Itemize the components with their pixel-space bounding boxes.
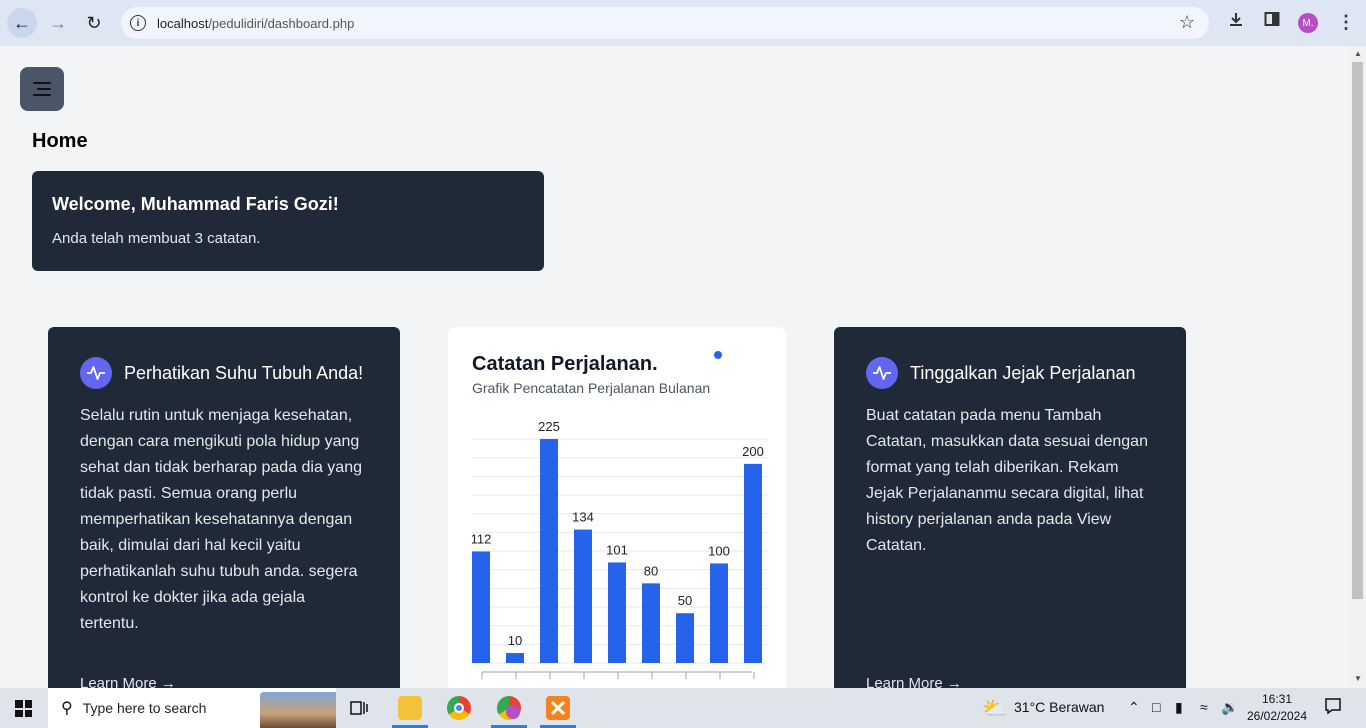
task-view-icon[interactable] — [349, 698, 373, 722]
bar-value-label: 134 — [572, 510, 594, 525]
learn-more-label: Learn More — [80, 675, 157, 688]
welcome-heading: Welcome, Muhammad Faris Gozi! — [52, 194, 339, 214]
file-explorer-icon[interactable] — [398, 696, 422, 720]
show-hidden-icons-icon[interactable]: ⌃ — [1128, 699, 1140, 716]
bar-value-label: 10 — [508, 633, 522, 648]
learn-more-label: Learn More — [866, 675, 943, 688]
welcome-card: Welcome, Muhammad Faris Gozi! Anda telah… — [32, 171, 544, 271]
clock-time: 16:31 — [1261, 692, 1293, 706]
address-bar[interactable]: i localhost/pedulidiri/dashboard.php ☆ — [121, 7, 1209, 39]
back-arrow-icon[interactable]: ← — [7, 8, 37, 38]
meet-now-icon[interactable]: □ — [1152, 699, 1160, 715]
health-learn-more-link[interactable]: Learn More → — [80, 675, 176, 688]
chart-bar[interactable] — [710, 563, 728, 663]
url-host: localhost — [157, 15, 209, 31]
bar-chart: 112 10 225 134 101 80 50 100 200 — [472, 419, 768, 679]
menu-line — [33, 94, 51, 96]
battery-icon[interactable]: ▮ — [1175, 699, 1183, 716]
chart-bar[interactable] — [472, 551, 490, 663]
health-card-body: Selalu rutin untuk menjaga kesehatan, de… — [80, 407, 362, 632]
chart-card: Catatan Perjalanan. Grafik Pencatatan Pe… — [448, 327, 786, 688]
journey-card-body: Buat catatan pada menu Tambah Catatan, m… — [866, 407, 1148, 554]
weather-cloud-icon[interactable]: ⛅ — [982, 696, 1007, 721]
arrow-right-icon: → — [946, 675, 962, 688]
chrome-profile-icon[interactable] — [497, 696, 521, 720]
hamburger-menu-button[interactable] — [20, 67, 64, 111]
scroll-up-icon[interactable]: ▲ — [1354, 49, 1362, 58]
wifi-icon[interactable]: ≈ — [1200, 699, 1208, 715]
notification-icon[interactable] — [1324, 697, 1342, 718]
health-card: Perhatikan Suhu Tubuh Anda! Selalu rutin… — [48, 327, 400, 688]
bar-value-label: 50 — [678, 593, 692, 608]
forward-arrow-icon[interactable]: → — [43, 8, 73, 38]
side-panel-icon[interactable] — [1264, 11, 1280, 32]
volume-icon[interactable]: 🔉 — [1221, 699, 1238, 716]
browser-toolbar: ← → ↻ i localhost/pedulidiri/dashboard.p… — [0, 0, 1366, 46]
bar-value-label: 225 — [538, 419, 560, 434]
weather-text[interactable]: 31°C Berawan — [1014, 699, 1104, 715]
reload-icon[interactable]: ↻ — [79, 8, 109, 38]
download-icon[interactable] — [1227, 11, 1245, 34]
chart-bar[interactable] — [540, 439, 558, 663]
menu-line — [37, 88, 51, 90]
xampp-icon[interactable] — [546, 696, 570, 720]
bar-value-label: 112 — [472, 531, 491, 546]
chart-subtitle: Grafik Pencatatan Perjalanan Bulanan — [472, 380, 711, 396]
pulse-icon — [866, 357, 898, 389]
scroll-down-icon[interactable]: ▼ — [1354, 674, 1362, 683]
arrow-right-icon: → — [160, 675, 176, 688]
page-title: Home — [32, 130, 88, 152]
menu-line — [33, 82, 51, 84]
chart-bar[interactable] — [744, 463, 762, 663]
profile-avatar[interactable]: M. — [1298, 13, 1318, 33]
bar-value-label: 80 — [644, 563, 658, 578]
browser-menu-icon[interactable]: ⋮ — [1337, 12, 1355, 33]
journey-card-title: Tinggalkan Jejak Perjalanan — [910, 362, 1136, 383]
bar-value-label: 100 — [708, 543, 730, 558]
search-placeholder: Type here to search — [82, 700, 207, 716]
bar-value-label: 200 — [742, 444, 764, 459]
health-card-title: Perhatikan Suhu Tubuh Anda! — [124, 362, 364, 383]
taskbar-clock[interactable]: 16:31 26/02/2024 — [1244, 691, 1310, 725]
bookmark-star-icon[interactable]: ☆ — [1179, 12, 1195, 33]
search-highlight-image — [260, 692, 336, 728]
url-text[interactable]: localhost/pedulidiri/dashboard.php — [157, 16, 354, 31]
welcome-text: Anda telah membuat 3 catatan. — [52, 230, 261, 247]
dashboard-page: Home Welcome, Muhammad Faris Gozi! Anda … — [0, 46, 1350, 688]
pulse-icon — [80, 357, 112, 389]
url-path: /pedulidiri/dashboard.php — [208, 15, 355, 31]
bar-value-label: 101 — [606, 542, 628, 557]
clock-date: 26/02/2024 — [1246, 709, 1308, 723]
chart-bar[interactable] — [676, 613, 694, 663]
page-scrollbar[interactable]: ▲ ▼ — [1350, 46, 1366, 688]
chart-bar[interactable] — [608, 562, 626, 663]
chart-bar[interactable] — [506, 653, 524, 663]
chart-bar[interactable] — [574, 529, 592, 663]
taskbar-search[interactable]: ⚲ Type here to search — [48, 688, 336, 728]
windows-start-icon[interactable] — [15, 700, 32, 717]
chart-bar[interactable] — [642, 583, 660, 663]
search-icon: ⚲ — [61, 700, 73, 717]
journey-card: Tinggalkan Jejak Perjalanan Buat catatan… — [834, 327, 1186, 688]
site-info-icon[interactable]: i — [130, 15, 146, 31]
scrollbar-thumb[interactable] — [1352, 62, 1363, 599]
status-dot — [714, 351, 722, 359]
chrome-icon[interactable] — [447, 696, 471, 720]
windows-taskbar: ⚲ Type here to search ⛅ 31°C Berawan ⌃ □… — [0, 688, 1366, 728]
journey-learn-more-link[interactable]: Learn More → — [866, 675, 962, 688]
